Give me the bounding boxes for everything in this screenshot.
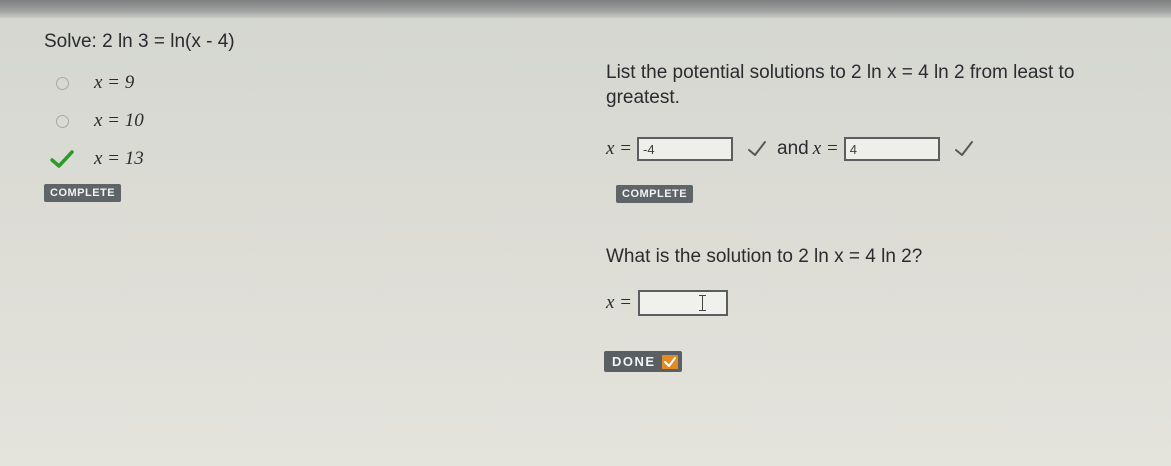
question-2-prompt: List the potential solutions to 2 ln x =… — [606, 62, 1075, 108]
option-label: x = 9 — [94, 72, 135, 93]
answer-box-1: -4 — [637, 137, 734, 161]
answer-options: x = 9 x = 10 x = 13 — [44, 64, 484, 178]
question-1-label: Solve: — [44, 31, 97, 52]
text-cursor-icon — [699, 295, 707, 311]
answer-row: x = -4 and x = 4 — [606, 137, 1146, 161]
option-x-10[interactable]: x = 10 — [44, 102, 484, 140]
question-1-panel: Solve: 2 ln 3 = ln(x - 4) x = 9 x = 10 x… — [44, 30, 484, 202]
radio-button[interactable] — [56, 114, 69, 128]
option-x-13[interactable]: x = 13 — [44, 140, 484, 178]
x-equals-label: x = — [812, 138, 839, 159]
solution-input[interactable] — [638, 290, 729, 316]
complete-badge: COMPLETE — [616, 185, 694, 203]
answer-box-2: 4 — [843, 137, 940, 161]
question-3-prompt: What is the solution to 2 ln x = 4 ln 2? — [606, 246, 923, 267]
done-label: DONE — [612, 354, 656, 369]
checkmark-icon — [661, 354, 678, 369]
radio-button[interactable] — [56, 76, 69, 90]
top-bar — [0, 0, 1171, 18]
checkmark-icon — [50, 150, 74, 168]
question-1-equation: 2 ln 3 = ln(x - 4) — [102, 31, 235, 52]
x-equals-label: x = — [606, 138, 633, 159]
answer-input-row: x = — [606, 290, 1146, 316]
question-1-text: Solve: 2 ln 3 = ln(x - 4) — [44, 30, 484, 54]
checkmark-icon — [954, 141, 973, 156]
checkmark-icon — [748, 141, 767, 156]
x-equals-label: x = — [606, 292, 633, 313]
done-button[interactable]: DONE — [604, 351, 682, 372]
option-label: x = 13 — [94, 148, 144, 169]
and-label: and — [777, 138, 809, 159]
question-2-panel: List the potential solutions to 2 ln x =… — [604, 60, 1146, 372]
option-label: x = 10 — [94, 110, 144, 131]
option-x-9[interactable]: x = 9 — [44, 64, 484, 102]
complete-badge: COMPLETE — [44, 184, 122, 202]
